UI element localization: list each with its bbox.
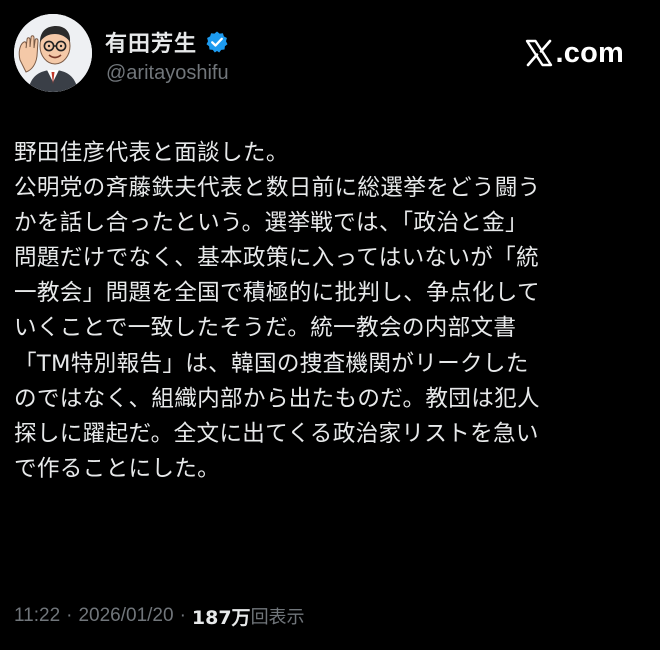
verified-badge-icon [205, 30, 229, 54]
post-text-line: で作ることにした。 [14, 455, 221, 482]
author-display-name[interactable]: 有田芳生 [105, 26, 197, 58]
meta-separator: · [66, 605, 73, 626]
views-count[interactable]: 187万 [192, 603, 251, 630]
post-time[interactable]: 11:22 [14, 605, 60, 627]
post-text-line: 一教会」問題を全国で積極的に批判し、争点化して [14, 280, 540, 307]
meta-separator: · [179, 605, 186, 626]
x-logo-icon [524, 38, 554, 68]
post-text-line: 「TM特別報告」は、韓国の捜査機関がリークした [14, 350, 529, 377]
post-text-line: 公明党の斉藤鉄夫代表と数日前に総選挙をどう闘う [14, 175, 541, 202]
author-handle[interactable]: @aritayoshifu [106, 62, 229, 85]
post-text-line: いくことで一致したそうだ。統一教会の内部文書 [14, 315, 517, 342]
x-brand: .com [524, 36, 625, 70]
post-text-line: 野田佳彦代表と面談した。 [14, 140, 289, 166]
brand-domain: .com [555, 36, 624, 69]
author-name-row: 有田芳生 [105, 27, 229, 57]
post-text-line: かを話し合ったという。選挙戦では、「政治と金」 [14, 210, 528, 237]
post-text: 野田佳彦代表と面談した。 公明党の斉藤鉄夫代表と数日前に総選挙をどう闘う かを話… [14, 136, 646, 487]
caricature-avatar-icon [14, 14, 92, 92]
post-text-line: のではなく、組織内部から出たものだ。教団は犯人 [14, 385, 540, 412]
post-meta: 11:22 · 2026/01/20 · 187万 回表示 [14, 600, 305, 632]
post-date[interactable]: 2026/01/20 [78, 605, 173, 627]
post-text-line: 問題だけでなく、基本政策に入ってはいないが「統 [14, 245, 539, 272]
post-text-line: 探しに躍起だ。全文に出てくる政治家リストを急い [14, 420, 539, 447]
post-header: 有田芳生 @aritayoshifu .com [14, 14, 646, 94]
views-label: 回表示 [250, 607, 305, 628]
author-avatar[interactable] [14, 14, 92, 92]
